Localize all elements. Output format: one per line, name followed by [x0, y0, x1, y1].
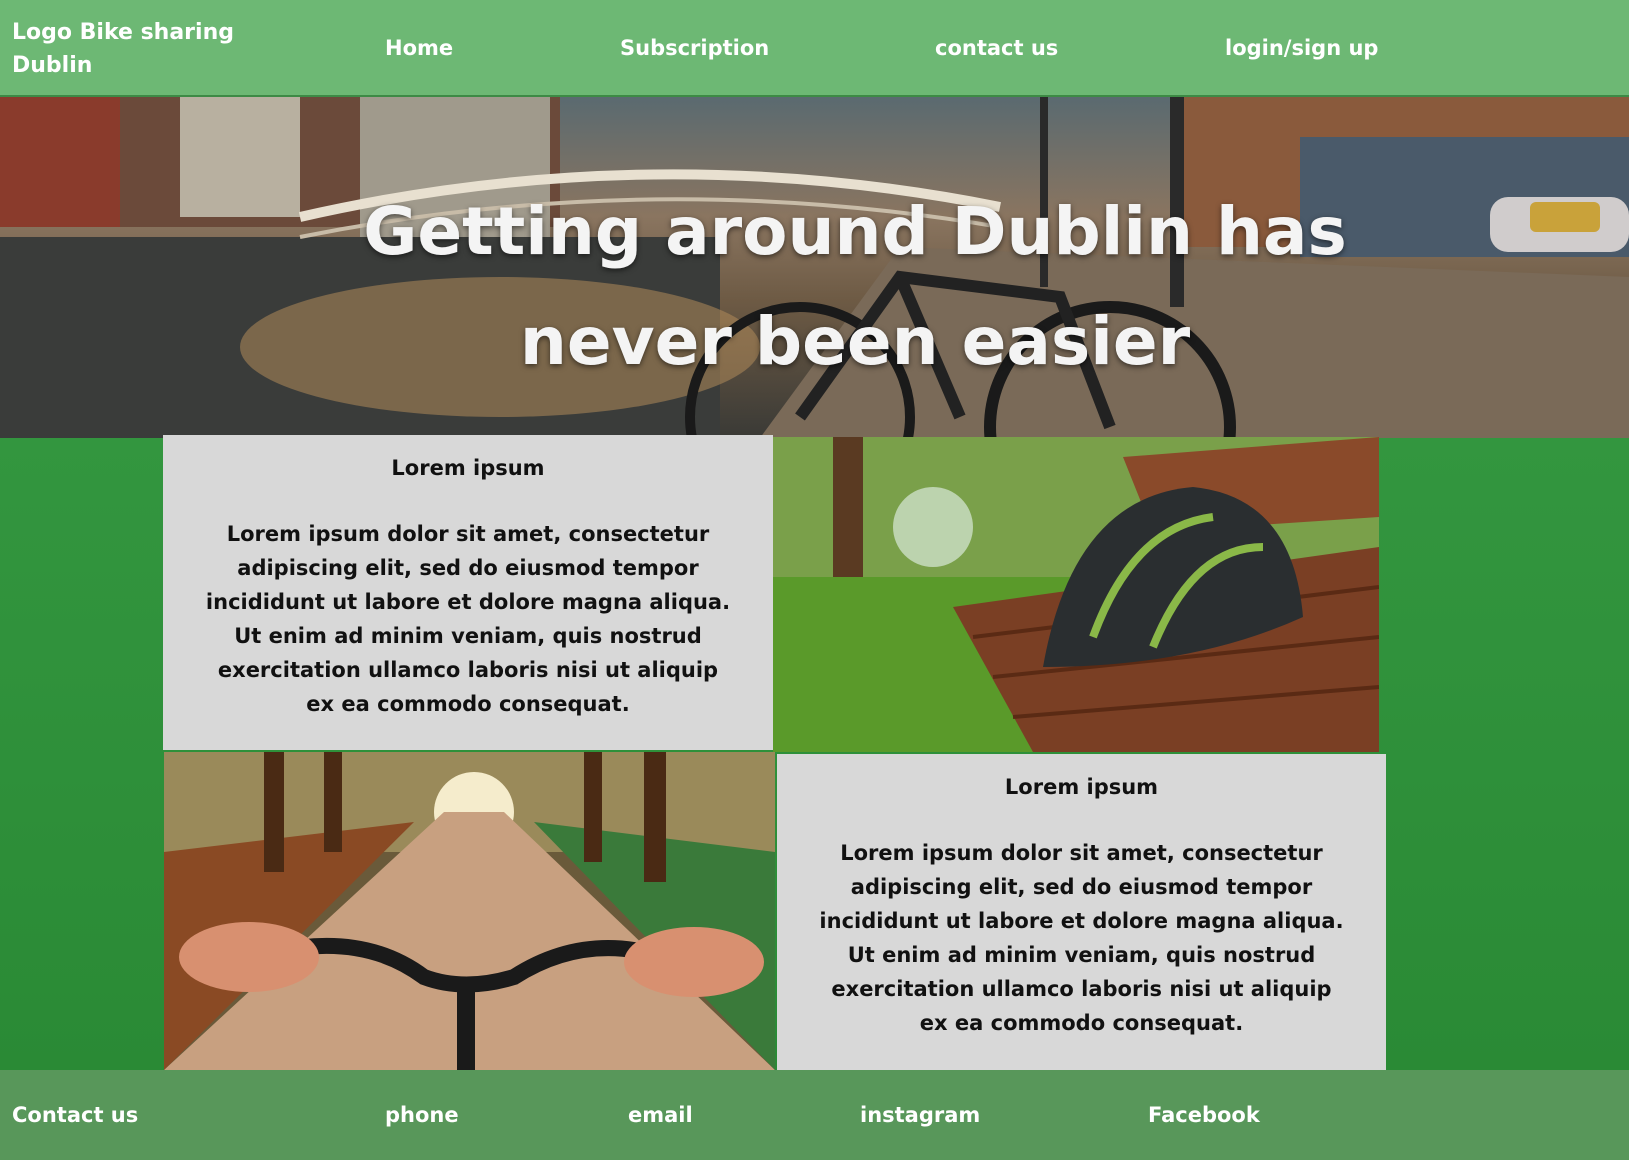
- nav-login-signup[interactable]: login/sign up: [1225, 33, 1378, 63]
- info-card-2-body: Lorem ipsum dolor sit amet, consectetur …: [819, 841, 1344, 1035]
- hero-title: Getting around Dublin has never been eas…: [363, 193, 1347, 380]
- nav-home[interactable]: Home: [385, 33, 453, 63]
- footer-instagram-link[interactable]: instagram: [860, 1100, 980, 1130]
- footer-email-link[interactable]: email: [628, 1100, 693, 1130]
- info-card-2: Lorem ipsum Lorem ipsum dolor sit amet, …: [777, 754, 1386, 1070]
- nav-subscription[interactable]: Subscription: [620, 33, 769, 63]
- info-card-1-body: Lorem ipsum dolor sit amet, consectetur …: [205, 522, 731, 716]
- handlebars-photo: [164, 752, 775, 1070]
- helmet-photo: [773, 437, 1379, 752]
- footer-phone-link[interactable]: phone: [385, 1100, 459, 1130]
- nav-contact-us[interactable]: contact us: [935, 33, 1058, 63]
- site-header: Logo Bike sharing Dublin Home Subscripti…: [0, 0, 1629, 97]
- info-card-2-title: Lorem ipsum: [1004, 775, 1159, 799]
- site-logo[interactable]: Logo Bike sharing Dublin: [12, 16, 252, 82]
- hero-banner: Getting around Dublin has never been eas…: [0, 97, 1629, 438]
- info-card-1-title: Lorem ipsum: [391, 456, 545, 480]
- info-card-1: Lorem ipsum Lorem ipsum dolor sit amet, …: [163, 435, 773, 750]
- footer-contact-us[interactable]: Contact us: [12, 1100, 138, 1130]
- site-footer: Contact us phone email instagram Faceboo…: [0, 1070, 1629, 1160]
- footer-facebook-link[interactable]: Facebook: [1148, 1100, 1260, 1130]
